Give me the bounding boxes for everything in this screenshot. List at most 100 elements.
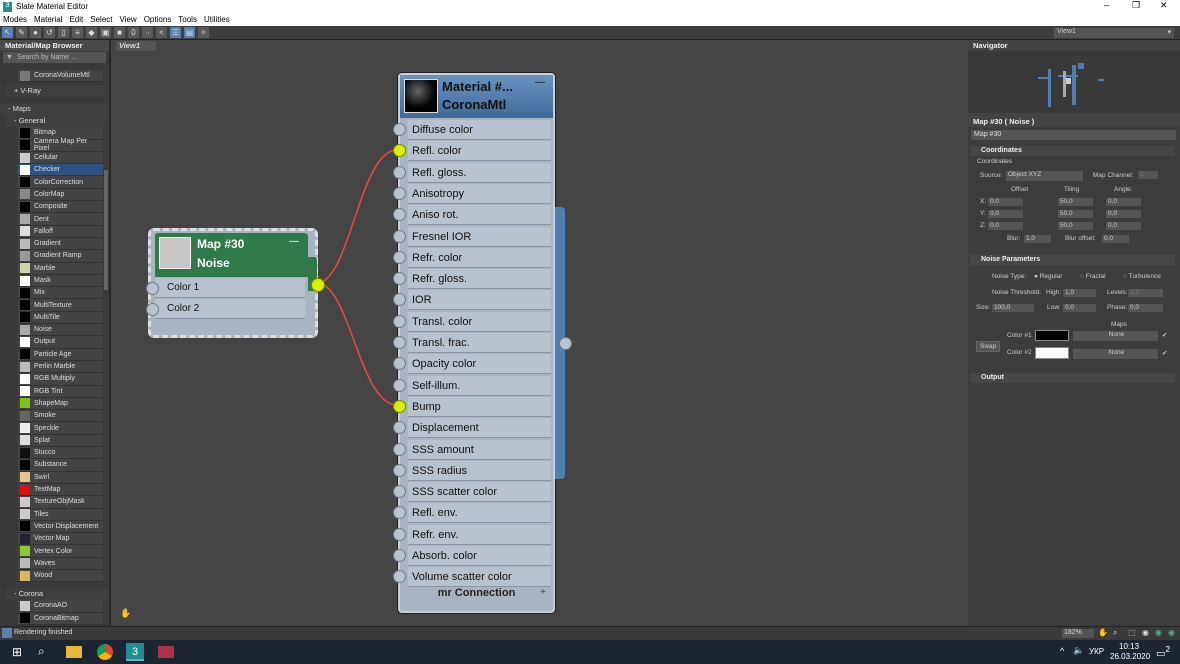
zoom-all-icon[interactable]: ◉ — [1168, 628, 1175, 637]
color2-map-button[interactable]: None — [1073, 349, 1158, 359]
size-label: Size: — [976, 304, 991, 311]
noise-parameters-rollout[interactable]: Noise Parameters — [970, 255, 1175, 265]
mr-connection-row[interactable]: mr Connection — [400, 587, 553, 603]
input-socket[interactable] — [393, 314, 406, 328]
input-socket-color-2[interactable] — [146, 303, 159, 316]
size-input[interactable]: 100,0 — [992, 304, 1034, 312]
radio-fractal[interactable]: ○ Fractal — [1080, 273, 1106, 280]
input-socket[interactable] — [393, 421, 406, 435]
output-socket[interactable] — [311, 278, 325, 292]
map-channel-input[interactable]: 1 — [1138, 171, 1158, 179]
language-indicator[interactable]: УКР — [1089, 647, 1104, 656]
color2-swatch[interactable] — [1035, 347, 1069, 359]
blur-label: Blur: — [1007, 235, 1021, 242]
collapse-button[interactable]: — — [289, 236, 299, 247]
search-icon[interactable]: ⌕ — [38, 644, 45, 659]
tiling-input[interactable]: 50,0 — [1058, 210, 1093, 218]
tray-chevron-icon[interactable]: ^ — [1060, 646, 1064, 656]
corona-material-node[interactable]: Material #... CoronaMtl — Diffuse color R… — [393, 73, 555, 613]
tiling-input[interactable]: 50,0 — [1058, 222, 1093, 230]
input-socket[interactable] — [393, 165, 406, 179]
color1-label: Color #1 — [1007, 332, 1032, 339]
input-socket[interactable] — [393, 336, 406, 349]
clock-time[interactable]: 10:13 — [1119, 642, 1139, 651]
chrome-icon[interactable] — [97, 644, 113, 660]
levels-label: Levels: — [1107, 289, 1128, 296]
noise-threshold-label: Noise Threshold: — [992, 289, 1042, 296]
input-socket[interactable] — [393, 527, 406, 541]
output-rollout[interactable]: Output — [970, 373, 1175, 383]
input-socket-color-1[interactable] — [146, 282, 159, 295]
color1-map-button[interactable]: None — [1073, 331, 1158, 341]
3dsmax-icon[interactable]: 3 — [126, 643, 144, 661]
noise-map-node[interactable]: Map #30 Noise — Color 1 Color 2 — [146, 228, 325, 338]
input-socket[interactable] — [393, 250, 406, 264]
collapse-button[interactable]: — — [535, 77, 545, 88]
phase-input[interactable]: 0,0 — [1128, 304, 1163, 312]
slot-color-2: Color 2 — [155, 299, 305, 319]
angle-input[interactable]: 0,0 — [1106, 210, 1141, 218]
windows-start-icon[interactable]: ⊞ — [12, 645, 22, 659]
color2-map-checkbox[interactable]: ✔ — [1162, 349, 1167, 357]
low-input[interactable]: 0,0 — [1063, 304, 1096, 312]
material-output-socket[interactable] — [559, 337, 572, 350]
blur-offset-input[interactable]: 0,0 — [1102, 235, 1129, 243]
input-socket[interactable] — [393, 123, 406, 136]
input-socket[interactable] — [393, 144, 406, 158]
input-socket[interactable] — [393, 570, 406, 584]
blur-input[interactable]: 1,0 — [1024, 235, 1051, 243]
input-socket[interactable] — [393, 399, 406, 413]
winrar-icon[interactable] — [158, 646, 174, 658]
pan-icon[interactable]: ✋ — [1098, 628, 1108, 637]
expand-plus-icon[interactable]: + — [540, 587, 546, 598]
map-name-input[interactable]: Map #30 — [971, 130, 1176, 140]
levels-input[interactable]: 3,0 — [1128, 289, 1163, 297]
input-socket[interactable] — [393, 208, 406, 222]
clock-date[interactable]: 26.03.2020 — [1110, 652, 1150, 661]
swap-button[interactable]: Swap — [976, 341, 1001, 352]
volume-icon[interactable]: 🔈 — [1073, 645, 1084, 656]
zoom-icon[interactable]: ⌕ — [1113, 628, 1117, 638]
radio-turbulence[interactable]: ○ Turbulence — [1123, 273, 1161, 280]
input-socket[interactable] — [393, 442, 406, 456]
taskbar: ⊞ ⌕ 3 ^ 🔈 УКР 10:13 26.03.2020 ▭2 — [0, 640, 1180, 664]
angle-input[interactable]: 0,0 — [1106, 198, 1141, 206]
angle-input[interactable]: 0,0 — [1106, 222, 1141, 230]
zoom-dropdown[interactable]: 182% — [1062, 629, 1094, 638]
color1-map-checkbox[interactable]: ✔ — [1162, 331, 1167, 339]
input-socket[interactable] — [393, 272, 406, 286]
navigator-minimap[interactable] — [968, 51, 1180, 111]
wire-refl-color[interactable] — [317, 149, 398, 284]
input-socket[interactable] — [393, 293, 406, 307]
angle-label: Angle: — [1114, 186, 1133, 193]
wire-bump[interactable] — [317, 282, 398, 406]
input-socket[interactable] — [393, 186, 406, 200]
input-socket[interactable] — [393, 463, 406, 477]
zoom-extents-icon[interactable]: ◉ — [1142, 628, 1149, 637]
navigator-title: Navigator — [968, 40, 1180, 51]
offset-input[interactable]: 0,0 — [988, 198, 1023, 206]
offset-input[interactable]: 0,0 — [988, 222, 1023, 230]
color1-swatch[interactable] — [1035, 330, 1069, 341]
coordinates-rollout[interactable]: Coordinates — [970, 146, 1175, 156]
radio-regular[interactable]: ● Regular — [1034, 273, 1063, 280]
high-input[interactable]: 1,0 — [1063, 289, 1096, 297]
notification-icon[interactable]: ▭2 — [1156, 644, 1170, 659]
tiling-input[interactable]: 50,0 — [1058, 198, 1093, 206]
input-socket[interactable] — [393, 485, 406, 499]
offset-input[interactable]: 0,0 — [988, 210, 1023, 218]
axis-label: X: — [980, 198, 987, 205]
slot-row: Transl. color — [408, 311, 551, 332]
input-socket[interactable] — [393, 378, 406, 392]
slot-row: Diffuse color — [408, 120, 551, 140]
source-dropdown[interactable]: Object XYZ — [1006, 171, 1083, 181]
zoom-region-icon[interactable]: ⬚ — [1128, 628, 1136, 637]
input-socket[interactable] — [393, 549, 406, 562]
zoom-selected-icon[interactable]: ◉ — [1155, 628, 1162, 637]
file-explorer-icon[interactable] — [66, 646, 82, 658]
status-text: Rendering finished — [14, 629, 73, 636]
input-socket[interactable] — [393, 357, 406, 371]
input-socket[interactable] — [393, 506, 406, 520]
input-socket[interactable] — [393, 229, 406, 243]
slot-row: Absorb. color — [408, 546, 551, 566]
